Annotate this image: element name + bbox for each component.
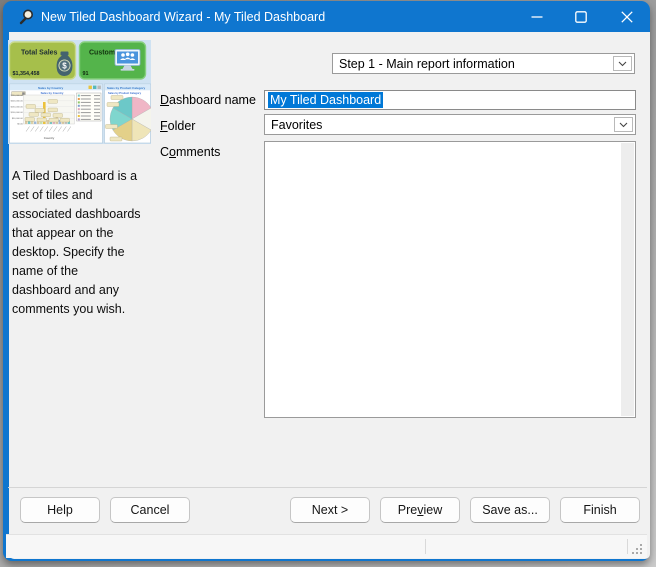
dashboard-name-input[interactable]: My Tiled Dashboard: [264, 90, 636, 110]
svg-text:$50,000.00: $50,000.00: [12, 118, 24, 120]
minimize-button[interactable]: [515, 2, 559, 32]
folder-combobox[interactable]: Favorites: [264, 114, 636, 135]
preview-button[interactable]: Preview: [380, 497, 460, 523]
tile-customers: Customers 91: [80, 42, 146, 79]
status-bar-separator: [425, 539, 426, 554]
minimize-icon: [531, 11, 543, 23]
svg-text:$: $: [62, 62, 67, 71]
maximize-button[interactable]: [559, 2, 603, 32]
chevron-down-icon: [619, 122, 628, 128]
svg-text:Total Sales: Total Sales: [21, 50, 58, 57]
svg-text:$100,000.00: $100,000.00: [11, 112, 24, 114]
svg-text:$0.00: $0.00: [17, 123, 23, 125]
folder-label: Folder: [160, 119, 195, 133]
svg-text:91: 91: [83, 71, 89, 77]
panel-toolbar-icons: [89, 86, 101, 89]
svg-text:Sales by Country: Sales by Country: [41, 91, 64, 95]
svg-text:Sales by Product Category: Sales by Product Category: [107, 86, 146, 90]
comments-scrollbar[interactable]: [621, 143, 634, 416]
desktop-background: New Tiled Dashboard Wizard - My Tiled Da…: [0, 0, 656, 567]
status-bar-separator: [627, 539, 628, 554]
chevron-down-icon: [618, 61, 627, 67]
svg-text:$200,000.00: $200,000.00: [11, 101, 24, 103]
svg-text:Country: Country: [44, 136, 55, 140]
help-button[interactable]: Help: [20, 497, 100, 523]
tile-total-sales: Total Sales $ $1,354,458: [10, 42, 76, 79]
chart-legend: [77, 93, 102, 121]
title-bar[interactable]: New Tiled Dashboard Wizard - My Tiled Da…: [6, 2, 653, 32]
close-icon: [621, 11, 633, 23]
step-selector-combobox[interactable]: Step 1 - Main report information: [332, 53, 635, 74]
svg-text:$250,000.00: $250,000.00: [11, 95, 24, 97]
resize-grip[interactable]: [630, 542, 643, 555]
magnifier-icon: [18, 9, 34, 25]
save-as-button[interactable]: Save as...: [470, 497, 550, 523]
chart-sales-by-product-category: Sales by Product Category Sales by Produ…: [105, 84, 152, 143]
svg-text:$1,354,458: $1,354,458: [13, 71, 40, 77]
window-title: New Tiled Dashboard Wizard - My Tiled Da…: [41, 2, 325, 32]
cancel-button[interactable]: Cancel: [110, 497, 190, 523]
next-button[interactable]: Next >: [290, 497, 370, 523]
svg-text:$150,000.00: $150,000.00: [11, 106, 24, 108]
svg-text:Sales by Product Category: Sales by Product Category: [108, 91, 142, 95]
wizard-description: A Tiled Dashboard is a set of tiles and …: [12, 167, 158, 319]
maximize-icon: [575, 11, 587, 23]
step-selector-dropdown-button[interactable]: [613, 56, 632, 71]
close-button[interactable]: [603, 2, 651, 32]
selected-text: My Tiled Dashboard: [268, 92, 383, 108]
finish-button[interactable]: Finish: [560, 497, 640, 523]
comments-textarea[interactable]: [264, 141, 636, 418]
dashboard-preview-image: Total Sales $ $1,354,458 Customers: [8, 40, 151, 144]
step-selector-value: Step 1 - Main report information: [339, 54, 610, 73]
dashboard-name-label: Dashboard name: [160, 93, 256, 107]
folder-value: Favorites: [271, 115, 611, 134]
folder-dropdown-button[interactable]: [614, 117, 633, 132]
comments-label: Comments: [160, 145, 220, 159]
svg-text:Sales by Country: Sales by Country: [38, 86, 64, 90]
button-area-separator: [8, 487, 647, 488]
chart-sales-by-country: Sales by Country Sales by Country $250,0…: [10, 84, 103, 143]
status-bar: [6, 534, 647, 558]
